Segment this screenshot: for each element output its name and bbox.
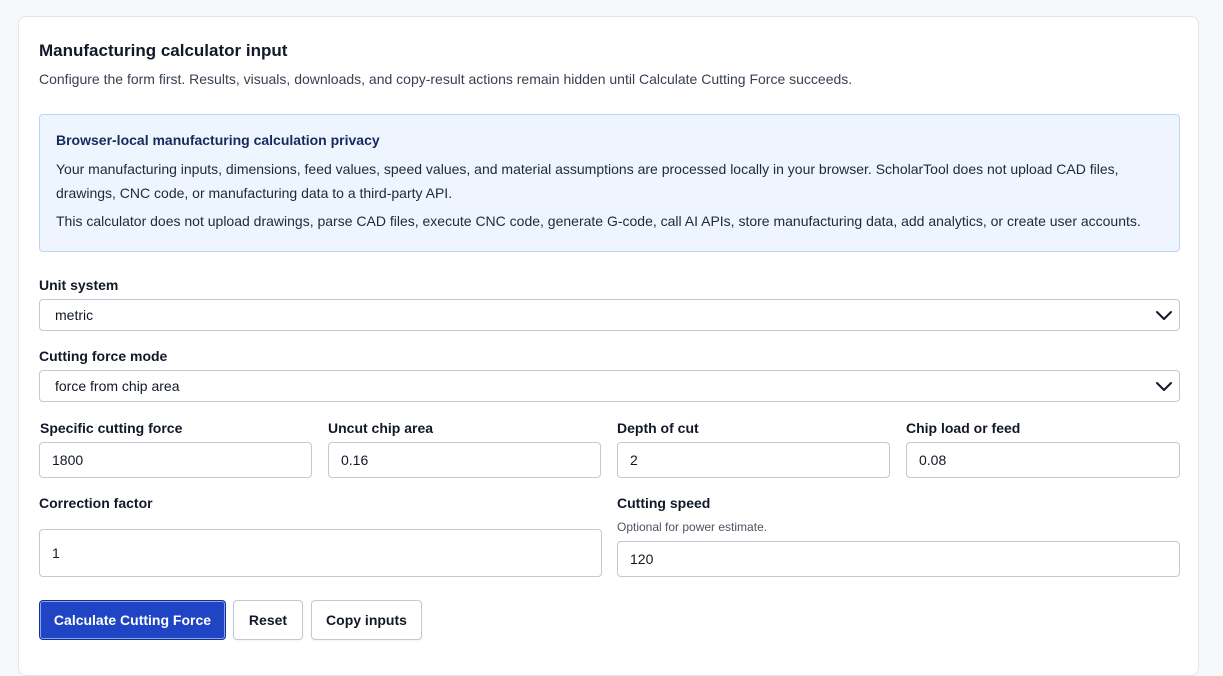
unit-system-value: metric [55,307,94,323]
uncut-chip-area-label: Uncut chip area [328,420,434,436]
calculate-cutting-force-button[interactable]: Calculate Cutting Force [39,600,226,640]
cutting-force-mode-select[interactable]: force from chip area [39,370,1180,402]
cutting-force-mode-value: force from chip area [55,378,180,394]
correction-factor-input[interactable]: 1 [39,529,602,577]
page-subtitle: Configure the form first. Results, visua… [39,71,853,87]
chip-load-input[interactable]: 0.08 [906,442,1180,478]
cutting-speed-input[interactable]: 120 [617,541,1180,577]
privacy-title: Browser-local manufacturing calculation … [56,132,380,148]
calculator-card: Manufacturing calculator input Configure… [18,16,1199,676]
specific-cutting-force-input[interactable]: 1800 [39,442,312,478]
specific-cutting-force-label: Specific cutting force [40,420,183,436]
chevron-down-icon [1156,311,1172,320]
cutting-speed-hint: Optional for power estimate. [617,520,768,534]
privacy-notice: Browser-local manufacturing calculation … [39,114,1180,252]
page-title: Manufacturing calculator input [39,41,288,60]
cutting-speed-label: Cutting speed [617,495,711,511]
copy-inputs-button[interactable]: Copy inputs [311,600,422,640]
reset-button[interactable]: Reset [233,600,303,640]
chip-load-label: Chip load or feed [906,420,1021,436]
uncut-chip-area-input[interactable]: 0.16 [328,442,601,478]
privacy-paragraph-2: This calculator does not upload drawings… [56,213,1141,229]
correction-factor-label: Correction factor [39,495,153,511]
depth-of-cut-label: Depth of cut [617,420,699,436]
unit-system-select[interactable]: metric [39,299,1180,331]
cutting-force-mode-label: Cutting force mode [39,348,168,364]
unit-system-label: Unit system [39,277,119,293]
chevron-down-icon [1156,382,1172,391]
depth-of-cut-input[interactable]: 2 [617,442,890,478]
privacy-paragraph-1: Your manufacturing inputs, dimensions, f… [56,161,1119,201]
